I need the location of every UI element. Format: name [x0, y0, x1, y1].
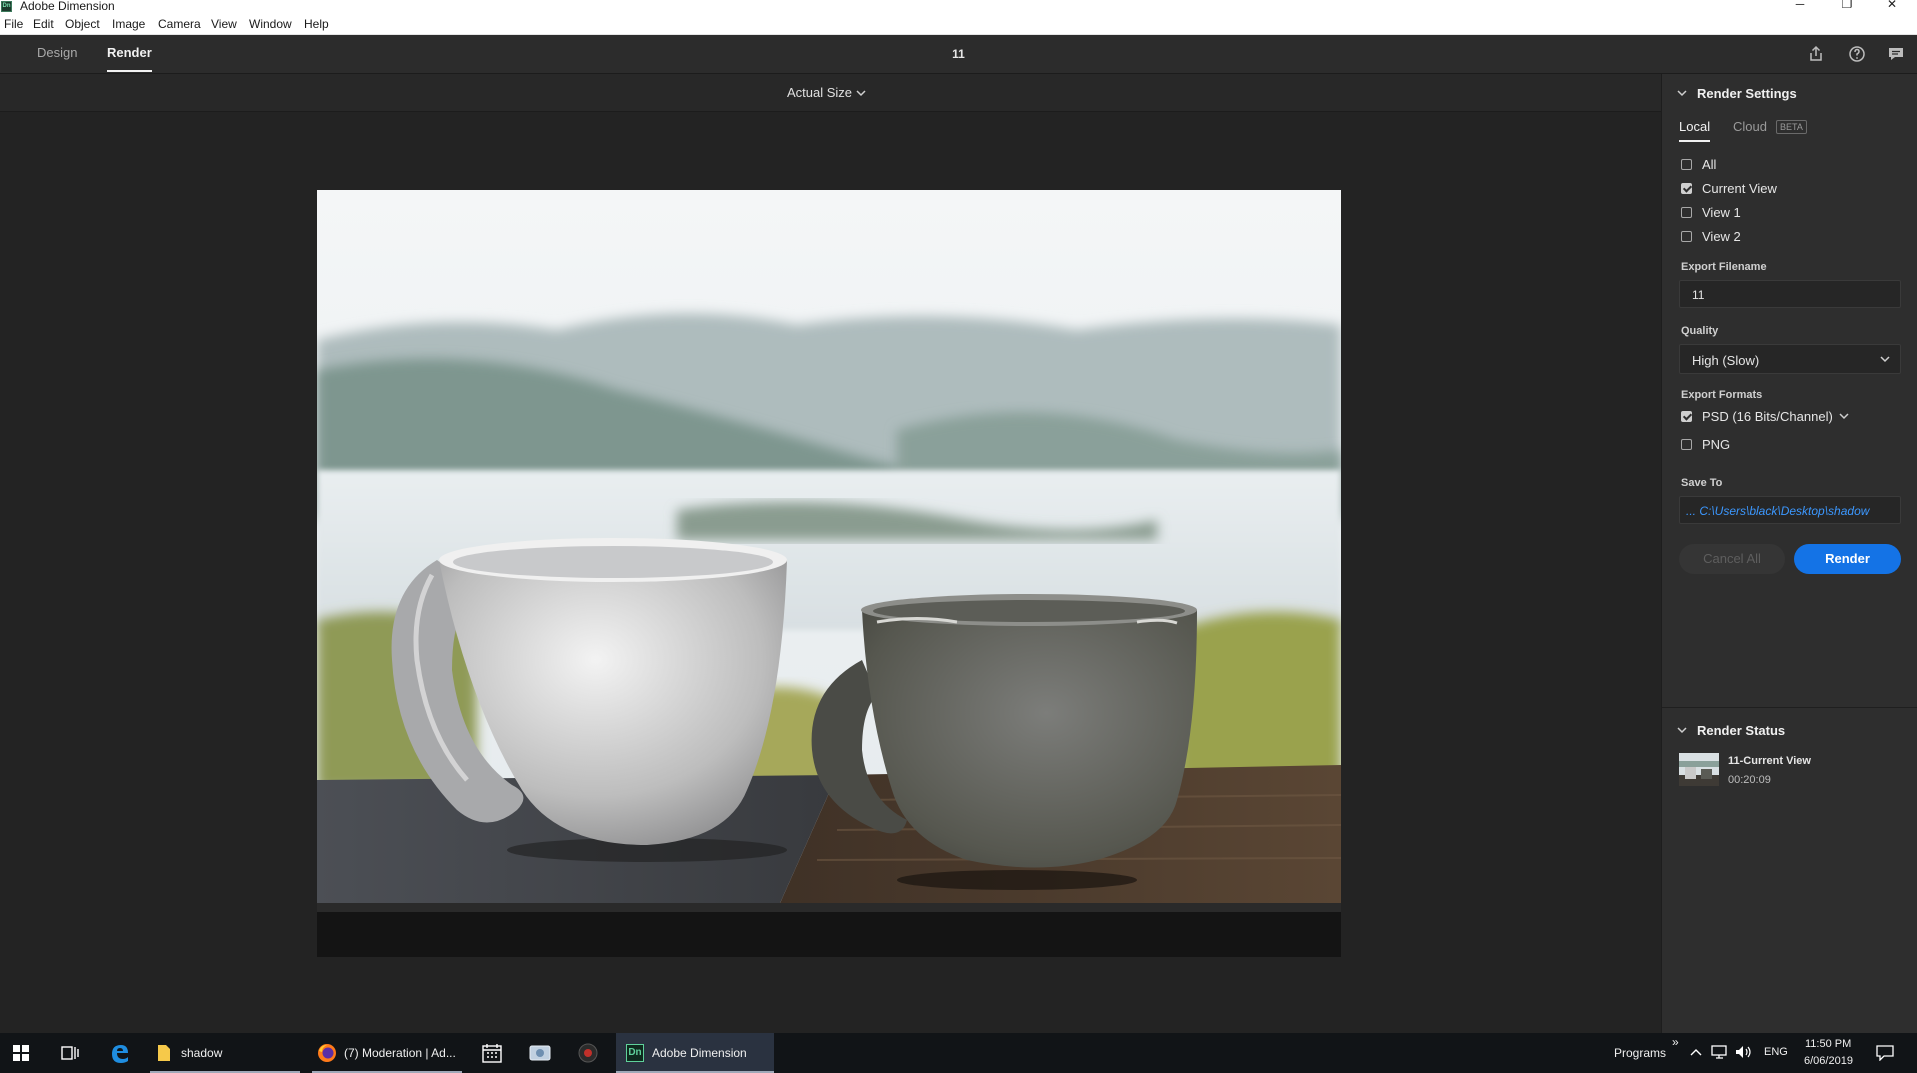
checkbox-label: PNG	[1702, 436, 1731, 452]
menu-window[interactable]: Window	[249, 17, 292, 31]
view-option-view-1[interactable]: View 1	[1681, 204, 1741, 220]
edge-button[interactable]	[100, 1033, 140, 1073]
view-option-view-2[interactable]: View 2	[1681, 228, 1741, 244]
taskbar-item-firefox[interactable]: (7) Moderation | Ad...	[312, 1033, 462, 1073]
record-icon	[578, 1043, 598, 1063]
toolbar-overflow-chevron[interactable]: »	[1672, 1035, 1679, 1049]
app-header: Design Render 11	[0, 35, 1917, 74]
export-filename-input[interactable]: 11	[1679, 280, 1901, 308]
save-to-path[interactable]: ... C:\Users\black\Desktop\shadow	[1679, 496, 1901, 524]
export-filename-label: Export Filename	[1681, 261, 1767, 273]
checkbox[interactable]	[1681, 230, 1692, 242]
network-icon[interactable]	[1711, 1045, 1729, 1059]
checkbox-label: Current View	[1702, 180, 1777, 196]
render-status-title: Render Status	[1697, 723, 1786, 738]
photos-app-button[interactable]	[520, 1033, 560, 1073]
quality-value: High (Slow)	[1692, 353, 1760, 368]
menu-bar: File Edit Object Image Camera View Windo…	[0, 13, 1917, 35]
menu-edit[interactable]: Edit	[33, 17, 54, 31]
tab-local[interactable]: Local	[1679, 119, 1711, 142]
tab-cloud[interactable]: Cloud	[1733, 119, 1767, 134]
menu-image[interactable]: Image	[112, 17, 145, 31]
action-center-icon[interactable]	[1876, 1045, 1894, 1061]
render-job-name: 11-Current View	[1728, 755, 1811, 767]
calendar-app-button[interactable]	[472, 1033, 512, 1073]
start-button[interactable]	[0, 1033, 42, 1073]
format-option-psd[interactable]: PSD (16 Bits/Channel)	[1681, 408, 1849, 424]
cancel-all-button[interactable]: Cancel All	[1679, 544, 1785, 574]
render-button[interactable]: Render	[1794, 544, 1901, 574]
section-divider	[1662, 707, 1917, 708]
volume-icon[interactable]	[1735, 1045, 1753, 1059]
checkbox-label: View 1	[1702, 204, 1741, 220]
firefox-icon	[318, 1044, 336, 1062]
chevron-down-icon	[1880, 356, 1890, 363]
view-bar: Actual Size	[0, 74, 1661, 112]
taskbar-item-shadow[interactable]: shadow	[150, 1033, 300, 1073]
feedback-icon[interactable]	[1886, 44, 1906, 64]
restore-button[interactable]: ❐	[1832, 0, 1862, 11]
checkbox[interactable]	[1681, 206, 1692, 218]
checkbox[interactable]	[1681, 182, 1692, 194]
quality-label: Quality	[1681, 325, 1719, 337]
menu-object[interactable]: Object	[65, 17, 100, 31]
render-settings-title: Render Settings	[1697, 86, 1797, 101]
app-icon: Dn	[1, 1, 12, 12]
minimize-button[interactable]: ─	[1785, 0, 1815, 11]
render-job-time: 00:20:09	[1728, 774, 1771, 786]
format-option-png[interactable]: PNG	[1681, 436, 1730, 452]
render-job-thumbnail[interactable]	[1679, 753, 1719, 786]
view-option-all[interactable]: All	[1681, 156, 1716, 172]
clock-date[interactable]: 6/06/2019	[1804, 1055, 1853, 1067]
chevron-down-icon[interactable]	[1677, 89, 1687, 97]
task-view-button[interactable]	[50, 1033, 90, 1073]
taskbar-item-label: (7) Moderation | Ad...	[344, 1046, 456, 1060]
taskbar: shadow (7) Moderation | Ad... Dn Adobe D…	[0, 1033, 1917, 1073]
taskbar-item-adobe-dimension[interactable]: Dn Adobe Dimension	[616, 1033, 774, 1073]
folder-icon	[158, 1045, 170, 1061]
render-canvas: Actual Size	[0, 74, 1661, 1033]
menu-view[interactable]: View	[211, 17, 237, 31]
checkbox[interactable]	[1681, 438, 1692, 450]
quality-select[interactable]: High (Slow)	[1679, 344, 1901, 374]
checkbox-label: PSD (16 Bits/Channel)	[1702, 408, 1833, 424]
edge-icon	[112, 1045, 128, 1063]
help-icon[interactable]	[1847, 44, 1867, 64]
window-title: Adobe Dimension	[20, 0, 115, 13]
title-bar: Dn Adobe Dimension ─ ❐ ✕	[0, 0, 1917, 13]
zoom-dropdown[interactable]: Actual Size	[787, 85, 866, 100]
taskbar-item-label: Adobe Dimension	[652, 1046, 747, 1060]
taskbar-item-label: shadow	[181, 1046, 223, 1060]
checkbox-label: View 2	[1702, 228, 1741, 244]
beta-badge: BETA	[1776, 120, 1807, 134]
windows-icon	[13, 1045, 29, 1061]
chevron-up-icon[interactable]	[1690, 1047, 1702, 1057]
photo-viewer-icon	[529, 1045, 551, 1061]
clock-time[interactable]: 11:50 PM	[1805, 1038, 1851, 1050]
chevron-down-icon[interactable]	[1839, 412, 1849, 420]
task-view-icon	[61, 1046, 79, 1060]
programs-toolbar[interactable]: Programs	[1614, 1046, 1666, 1060]
render-settings-panel: Render Settings Local Cloud BETA All Cur…	[1661, 74, 1917, 1033]
chevron-down-icon[interactable]	[1677, 726, 1687, 734]
render-preview-image	[317, 190, 1341, 957]
recorder-app-button[interactable]	[568, 1033, 608, 1073]
view-option-current-view[interactable]: Current View	[1681, 180, 1777, 196]
dimension-icon: Dn	[626, 1044, 644, 1062]
checkbox[interactable]	[1681, 158, 1692, 170]
menu-file[interactable]: File	[4, 17, 23, 31]
chevron-down-icon	[856, 90, 866, 97]
checkbox-label: All	[1702, 156, 1717, 172]
zoom-label: Actual Size	[787, 85, 853, 100]
language-indicator[interactable]: ENG	[1764, 1046, 1788, 1058]
menu-help[interactable]: Help	[304, 17, 329, 31]
export-formats-label: Export Formats	[1681, 389, 1763, 401]
menu-camera[interactable]: Camera	[158, 17, 201, 31]
save-to-label: Save To	[1681, 477, 1723, 489]
close-button[interactable]: ✕	[1877, 0, 1907, 11]
share-icon[interactable]	[1806, 44, 1826, 64]
calendar-icon	[482, 1044, 502, 1063]
checkbox[interactable]	[1681, 410, 1692, 422]
document-name: 11	[952, 47, 965, 61]
